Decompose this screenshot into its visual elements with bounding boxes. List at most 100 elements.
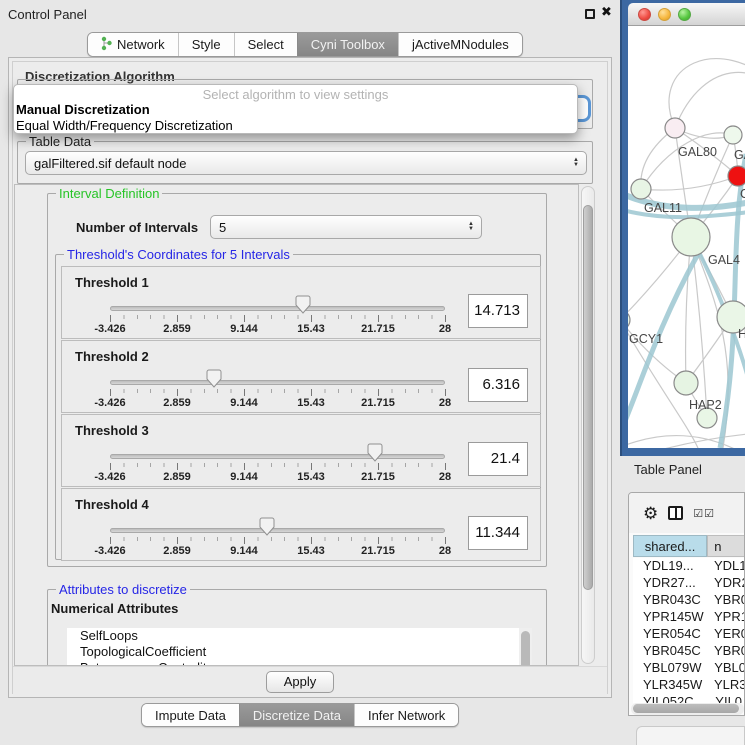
list-scrollbar[interactable] — [519, 628, 532, 666]
tab-discretize-data[interactable]: Discretize Data — [239, 704, 354, 726]
threshold-slider[interactable]: -3.426 2.859 9.144 15.43 21.715 28 — [110, 369, 445, 409]
close-traffic-light-icon[interactable] — [638, 8, 651, 21]
table-header-row: shared... n — [633, 535, 745, 557]
combo-arrows-icon: ▲▼ — [573, 158, 579, 168]
threshold-row: Threshold 1 -3.426 2.859 9.144 15.43 21.… — [61, 266, 541, 339]
list-item[interactable]: TopologicalCoefficient — [67, 644, 519, 660]
threshold-label: Threshold 1 — [75, 275, 149, 290]
threshold-value-field[interactable]: 6.316 — [468, 368, 528, 402]
svg-text:C: C — [740, 187, 745, 201]
numerical-attributes-list[interactable]: SelfLoops TopologicalCoefficient Between… — [67, 628, 519, 666]
float-window-icon[interactable] — [585, 9, 595, 19]
algorithm-option-equal-width[interactable]: Equal Width/Frequency Discretization — [14, 118, 577, 134]
table-panel: ⚙ ☑☑ shared... n YDL19...YDL1 YDR27...YD… — [628, 492, 745, 716]
tick-label: -3.426 — [94, 397, 125, 409]
list-item[interactable]: SelfLoops — [67, 628, 519, 644]
columns-icon[interactable] — [668, 506, 683, 520]
select-checkboxes-icon[interactable]: ☑☑ — [693, 507, 715, 520]
scrollbar-thumb[interactable] — [583, 205, 593, 590]
algorithm-popup-hint: Select algorithm to view settings — [14, 87, 577, 102]
slider-track[interactable] — [110, 306, 445, 311]
algorithm-popup: Select algorithm to view settings Manual… — [13, 84, 578, 134]
thresholds-group-label: Threshold's Coordinates for 5 Intervals — [64, 247, 293, 262]
svg-text:GAL80: GAL80 — [678, 145, 717, 159]
slider-thumb[interactable] — [295, 295, 311, 317]
tick-label: 28 — [439, 323, 451, 335]
tick-label: 28 — [439, 471, 451, 483]
close-icon[interactable]: ✖ — [601, 4, 612, 20]
table-rows: YDL19...YDL1 YDR27...YDR2 YBR043CYBR0 YP… — [633, 558, 745, 703]
settings-scrollbar[interactable] — [581, 186, 595, 664]
slider-track[interactable] — [110, 454, 445, 459]
slider-ticks — [110, 463, 446, 470]
table-row[interactable]: YBR045CYBR0 — [633, 643, 745, 660]
tab-jactivemnodules[interactable]: jActiveMNodules — [398, 33, 522, 56]
threshold-label: Threshold 2 — [75, 349, 149, 364]
minimize-traffic-light-icon[interactable] — [658, 8, 671, 21]
svg-text:GAL11: GAL11 — [644, 201, 682, 215]
table-row[interactable]: YDL19...YDL1 — [633, 558, 745, 575]
slider-thumb[interactable] — [259, 517, 275, 539]
algorithm-option-manual[interactable]: Manual Discretization — [14, 102, 577, 118]
tick-label: -3.426 — [94, 323, 125, 335]
threshold-row: Threshold 4 -3.426 2.859 9.144 15.43 21.… — [61, 488, 541, 561]
slider-ticks — [110, 389, 446, 396]
threshold-label: Threshold 3 — [75, 423, 149, 438]
table-row[interactable]: YLR345WYLR3 — [633, 677, 745, 694]
tick-label: 9.144 — [230, 471, 258, 483]
slider-ticks — [110, 315, 446, 322]
threshold-slider[interactable]: -3.426 2.859 9.144 15.43 21.715 28 — [110, 517, 445, 557]
slider-thumb[interactable] — [367, 443, 383, 465]
threshold-value-field[interactable]: 11.344 — [468, 516, 528, 550]
svg-text:GCY1: GCY1 — [629, 332, 663, 346]
table-data-combobox[interactable]: galFiltered.sif default node ▲▼ — [25, 151, 587, 175]
number-of-intervals-combobox[interactable]: 5 ▲▼ — [210, 215, 482, 239]
panel-title: Control Panel — [8, 7, 87, 22]
table-row[interactable]: YER054CYER0 — [633, 626, 745, 643]
threshold-slider[interactable]: -3.426 2.859 9.144 15.43 21.715 28 — [110, 443, 445, 483]
column-header-shared-name[interactable]: shared... — [633, 535, 707, 557]
tick-label: 21.715 — [361, 471, 395, 483]
threshold-value-field[interactable]: 14.713 — [468, 294, 528, 328]
tick-label: 2.859 — [163, 397, 191, 409]
gear-icon[interactable]: ⚙ — [643, 505, 658, 522]
tab-infer-network[interactable]: Infer Network — [354, 704, 458, 726]
tick-label: 15.43 — [297, 545, 325, 557]
apply-button[interactable]: Apply — [266, 671, 334, 693]
table-toolbar: ⚙ ☑☑ — [629, 493, 745, 533]
column-header-name[interactable]: n — [707, 535, 745, 557]
table-data-group-label: Table Data — [26, 134, 94, 149]
tick-label: 9.144 — [230, 545, 258, 557]
table-horizontal-scrollbar[interactable] — [631, 703, 744, 715]
slider-track[interactable] — [110, 528, 445, 533]
table-row[interactable]: YPR145WYPR1 — [633, 609, 745, 626]
table-panel-footer — [636, 726, 745, 745]
tick-label: 2.859 — [163, 471, 191, 483]
interval-definition-groupbox: Interval Definition Number of Intervals … — [47, 193, 547, 567]
svg-text:H: H — [738, 327, 745, 341]
table-row[interactable]: YDR27...YDR2 — [633, 575, 745, 592]
threshold-slider[interactable]: -3.426 2.859 9.144 15.43 21.715 28 — [110, 295, 445, 335]
control-panel-tabs: Network Style Select Cyni Toolbox jActiv… — [87, 32, 523, 57]
tab-cyni-toolbox[interactable]: Cyni Toolbox — [297, 33, 398, 56]
tick-label: 15.43 — [297, 471, 325, 483]
table-row[interactable]: YIL052CYIL0 — [633, 694, 745, 703]
zoom-traffic-light-icon[interactable] — [678, 8, 691, 21]
tick-label: 2.859 — [163, 323, 191, 335]
attributes-groupbox: Attributes to discretize Numerical Attri… — [47, 589, 547, 666]
slider-track[interactable] — [110, 380, 445, 385]
tab-style[interactable]: Style — [178, 33, 234, 56]
table-row[interactable]: YBL079WYBL0 — [633, 660, 745, 677]
network-canvas[interactable]: GAL80GACGAL11GAL4GCY1HHAP2 — [628, 26, 745, 448]
tab-impute-data[interactable]: Impute Data — [142, 704, 239, 726]
numerical-attributes-label: Numerical Attributes — [51, 601, 178, 616]
table-row[interactable]: YBR043CYBR0 — [633, 592, 745, 609]
tab-network[interactable]: Network — [88, 33, 178, 56]
threshold-value-field[interactable]: 21.4 — [468, 442, 528, 476]
svg-text:GAL4: GAL4 — [708, 253, 740, 267]
tab-select[interactable]: Select — [234, 33, 297, 56]
slider-thumb[interactable] — [206, 369, 222, 391]
cyni-bottom-tabs: Impute Data Discretize Data Infer Networ… — [141, 703, 459, 727]
network-window-titlebar[interactable] — [628, 3, 745, 26]
scrollbar-thumb[interactable] — [633, 704, 739, 713]
